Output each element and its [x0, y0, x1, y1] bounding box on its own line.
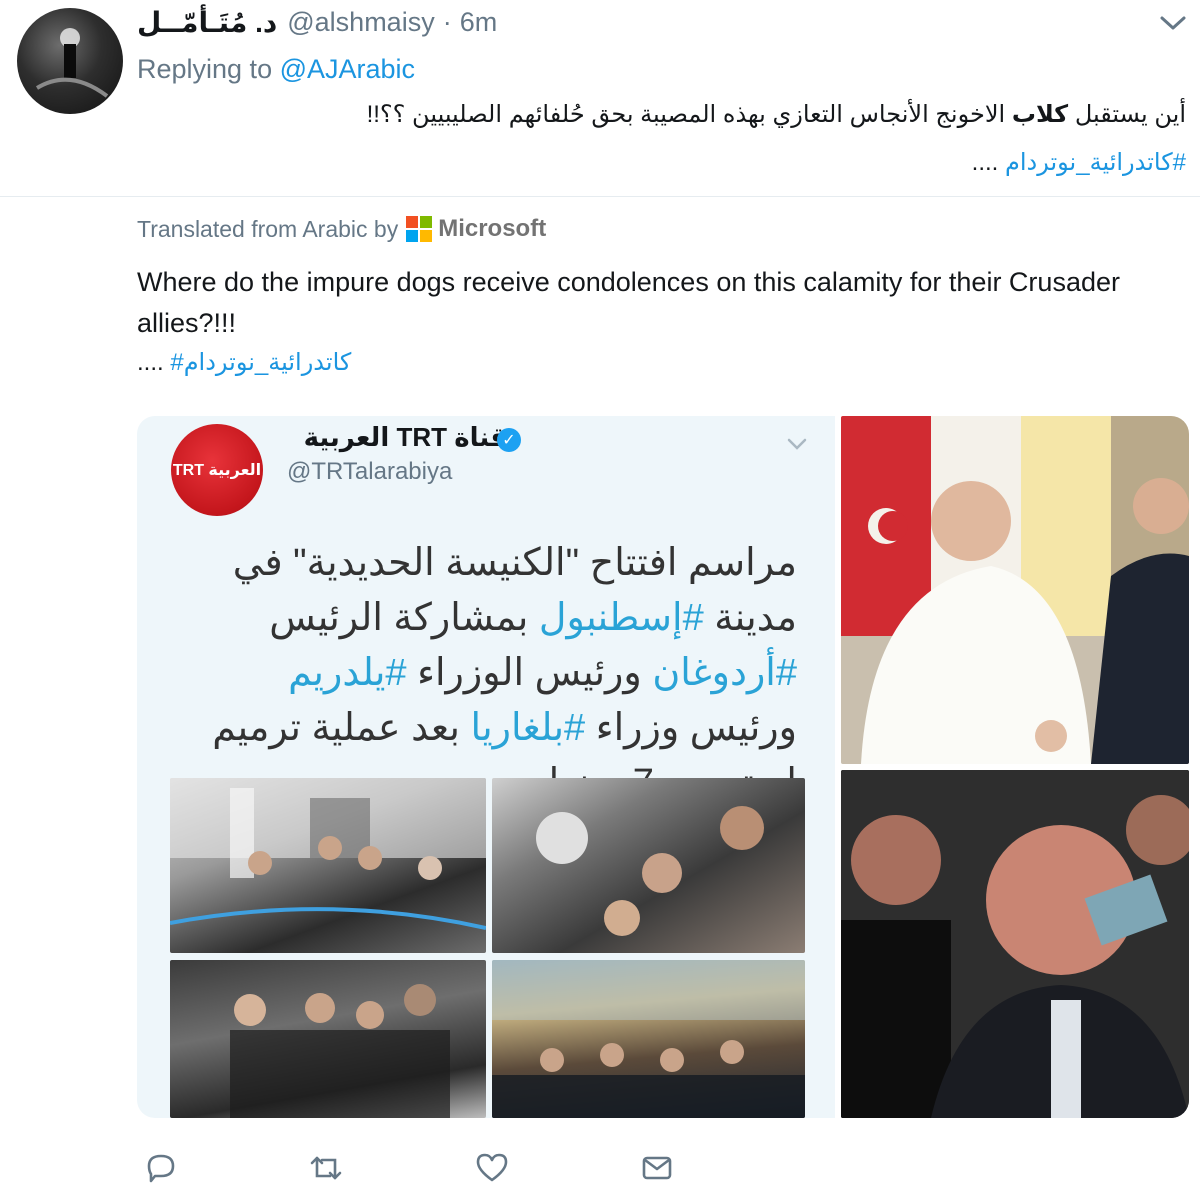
embed-hashtag: #أردوغان	[652, 652, 797, 694]
tweet-media[interactable]: TRT العربية قناة TRT العربية ✓ @TRTalara…	[137, 416, 1189, 1118]
tweet-text-dots: ....	[971, 149, 999, 176]
tweet-text-line-2: #كاتدرائية_نوتردام ....	[972, 148, 1186, 177]
translated-dots: ....	[137, 349, 164, 376]
retweet-icon[interactable]	[308, 1150, 344, 1186]
like-icon[interactable]	[474, 1150, 510, 1186]
translation-provider[interactable]: Microsoft	[438, 215, 546, 243]
embed-photo-greeting	[492, 778, 805, 953]
embed-photo-ribbon-cutting	[170, 778, 486, 953]
tweet-text-bold: كلاب	[1011, 101, 1069, 128]
translated-text: Where do the impure dogs receive condole…	[137, 267, 1120, 338]
trt-logo-text: TRT العربية	[172, 462, 262, 479]
tweet-header: د. مُتَـأمّــل @alshmaisy · 6m	[137, 4, 497, 40]
tweet-timestamp[interactable]: 6m	[460, 7, 498, 38]
verified-badge-icon: ✓	[497, 428, 521, 452]
embed-text-segment: ورئيس الوزراء	[406, 652, 653, 694]
embed-account-name: قناة TRT العربية	[303, 422, 507, 452]
trt-logo: TRT العربية	[171, 424, 263, 516]
embed-text: مراسم افتتاح "الكنيسة الحديدية" في مدينة…	[177, 536, 797, 811]
translation-attribution: Translated from Arabic by Microsoft	[137, 213, 546, 245]
embed-text-segment: ورئيس وزراء	[585, 707, 797, 749]
tweet-text-line-1: أين يستقبل كلاب الاخونج الأنجاس التعازي …	[367, 100, 1186, 129]
author-avatar[interactable]	[17, 8, 123, 114]
translated-hashtag-line: .... كاتدرائية_نوتردام#	[137, 348, 351, 377]
translation-label: Translated from Arabic by	[137, 215, 399, 242]
embedded-tweet-image[interactable]: TRT العربية قناة TRT العربية ✓ @TRTalara…	[137, 416, 835, 1118]
author-name[interactable]: د. مُتَـأمّــل	[137, 6, 277, 39]
chevron-down-icon	[785, 434, 809, 454]
tweet-text-segment: الاخونج الأنجاس التعازي بهذه المصيبة بحق…	[366, 101, 1006, 128]
reply-icon[interactable]	[143, 1150, 179, 1186]
embed-hashtag: #إسطنبول	[538, 597, 704, 639]
replying-to: Replying to @AJArabic	[137, 54, 415, 85]
separator-dot: ·	[442, 6, 452, 37]
chevron-down-icon[interactable]	[1158, 10, 1188, 36]
author-handle[interactable]: @alshmaisy	[287, 7, 434, 38]
replying-to-link[interactable]: @AJArabic	[280, 54, 415, 84]
direct-message-icon[interactable]	[639, 1150, 675, 1186]
hashtag-link[interactable]: كاتدرائية_نوتردام#	[170, 349, 351, 376]
divider	[0, 196, 1200, 197]
hashtag-link[interactable]: #كاتدرائية_نوتردام	[1005, 149, 1186, 176]
embed-hashtag: #بلغاريا	[470, 707, 586, 749]
embed-account-handle: @TRTalarabiya	[287, 458, 453, 485]
photo-handshake[interactable]	[841, 416, 1189, 764]
microsoft-logo-icon	[406, 216, 433, 242]
tweet-text-segment: أين يستقبل	[1074, 101, 1186, 128]
embed-photo-church-interior	[492, 960, 805, 1118]
embed-text-segment: بمشاركة الرئيس	[269, 597, 539, 639]
photo-wiping-tears[interactable]	[841, 770, 1189, 1118]
embed-photo-officials	[170, 960, 486, 1118]
embed-hashtag: #يلدريم	[288, 652, 407, 694]
replying-label: Replying to	[137, 54, 273, 84]
